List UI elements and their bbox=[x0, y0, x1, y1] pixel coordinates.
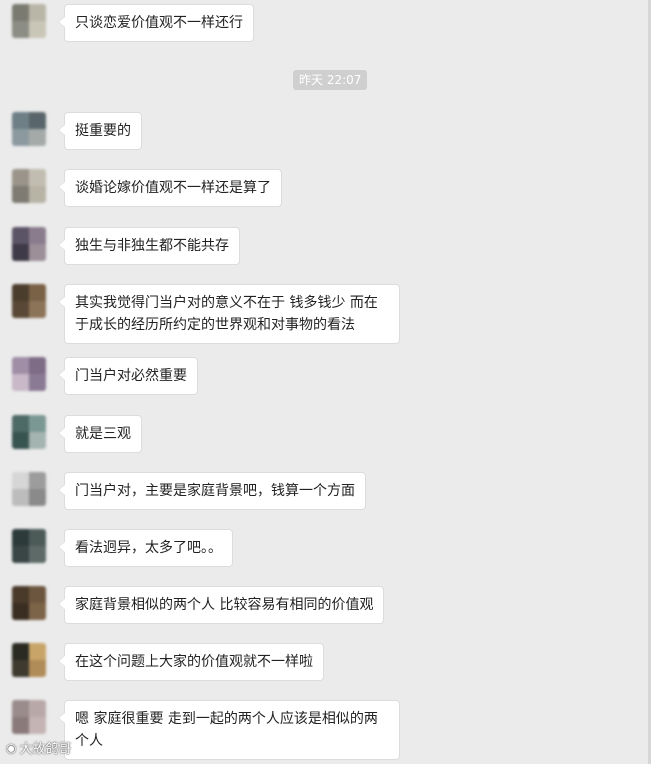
message-text: 只谈恋爱价值观不一样还行 bbox=[75, 15, 243, 31]
message-text: 挺重要的 bbox=[75, 123, 131, 139]
message-text: 就是三观 bbox=[75, 426, 131, 442]
message-text: 家庭背景相似的两个人 比较容易有相同的价值观 bbox=[75, 597, 374, 613]
message-text: 谈婚论嫁价值观不一样还是算了 bbox=[75, 180, 271, 196]
avatar[interactable] bbox=[12, 169, 46, 203]
message-bubble[interactable]: 其实我觉得门当户对的意义不在于 钱多钱少 而在于成长的经历所约定的世界观和对事物… bbox=[58, 284, 400, 344]
message-bubble[interactable]: 谈婚论嫁价值观不一样还是算了 bbox=[58, 169, 282, 207]
message-bubble[interactable]: 看法迥异，太多了吧。。 bbox=[58, 529, 233, 567]
avatar[interactable] bbox=[12, 357, 46, 391]
message-bubble[interactable]: 挺重要的 bbox=[58, 112, 142, 150]
message-bubble[interactable]: 就是三观 bbox=[58, 415, 142, 453]
avatar[interactable] bbox=[12, 643, 46, 677]
message-text: 独生与非独生都不能共存 bbox=[75, 238, 229, 254]
avatar[interactable] bbox=[12, 472, 46, 506]
message-text: 看法迥异，太多了吧。。 bbox=[75, 540, 222, 556]
watermark: ◉ 大故鸽哥 bbox=[6, 738, 72, 758]
message-text: 其实我觉得门当户对的意义不在于 钱多钱少 而在于成长的经历所约定的世界观和对事物… bbox=[75, 295, 378, 333]
message-text: 在这个问题上大家的价值观就不一样啦 bbox=[75, 654, 313, 670]
avatar[interactable] bbox=[12, 700, 46, 734]
message-bubble[interactable]: 在这个问题上大家的价值观就不一样啦 bbox=[58, 643, 324, 681]
timestamp: 昨天 22:07 bbox=[293, 70, 368, 90]
message-bubble[interactable]: 门当户对，主要是家庭背景吧，钱算一个方面 bbox=[58, 472, 366, 510]
message-text: 门当户对必然重要 bbox=[75, 368, 187, 384]
avatar[interactable] bbox=[12, 586, 46, 620]
message-text: 嗯 家庭很重要 走到一起的两个人应该是相似的两个人 bbox=[75, 711, 378, 749]
avatar[interactable] bbox=[12, 415, 46, 449]
avatar[interactable] bbox=[12, 227, 46, 261]
message-bubble[interactable]: 独生与非独生都不能共存 bbox=[58, 227, 240, 265]
message-bubble[interactable]: 门当户对必然重要 bbox=[58, 357, 198, 395]
weibo-logo-icon: ◉ bbox=[6, 740, 17, 755]
avatar[interactable] bbox=[12, 112, 46, 146]
avatar[interactable] bbox=[12, 529, 46, 563]
message-bubble[interactable]: 只谈恋爱价值观不一样还行 bbox=[58, 4, 254, 42]
watermark-text: 大故鸽哥 bbox=[19, 742, 72, 757]
chat-history: 只谈恋爱价值观不一样还行 昨天 22:07 挺重要的 谈婚论嫁价值观不一样还是算… bbox=[0, 0, 651, 764]
message-text: 门当户对，主要是家庭背景吧，钱算一个方面 bbox=[75, 483, 355, 499]
message-bubble[interactable]: 家庭背景相似的两个人 比较容易有相同的价值观 bbox=[57, 586, 385, 624]
avatar[interactable] bbox=[12, 284, 46, 318]
avatar[interactable] bbox=[12, 4, 46, 38]
message-bubble[interactable]: 嗯 家庭很重要 走到一起的两个人应该是相似的两个人 bbox=[58, 700, 400, 760]
